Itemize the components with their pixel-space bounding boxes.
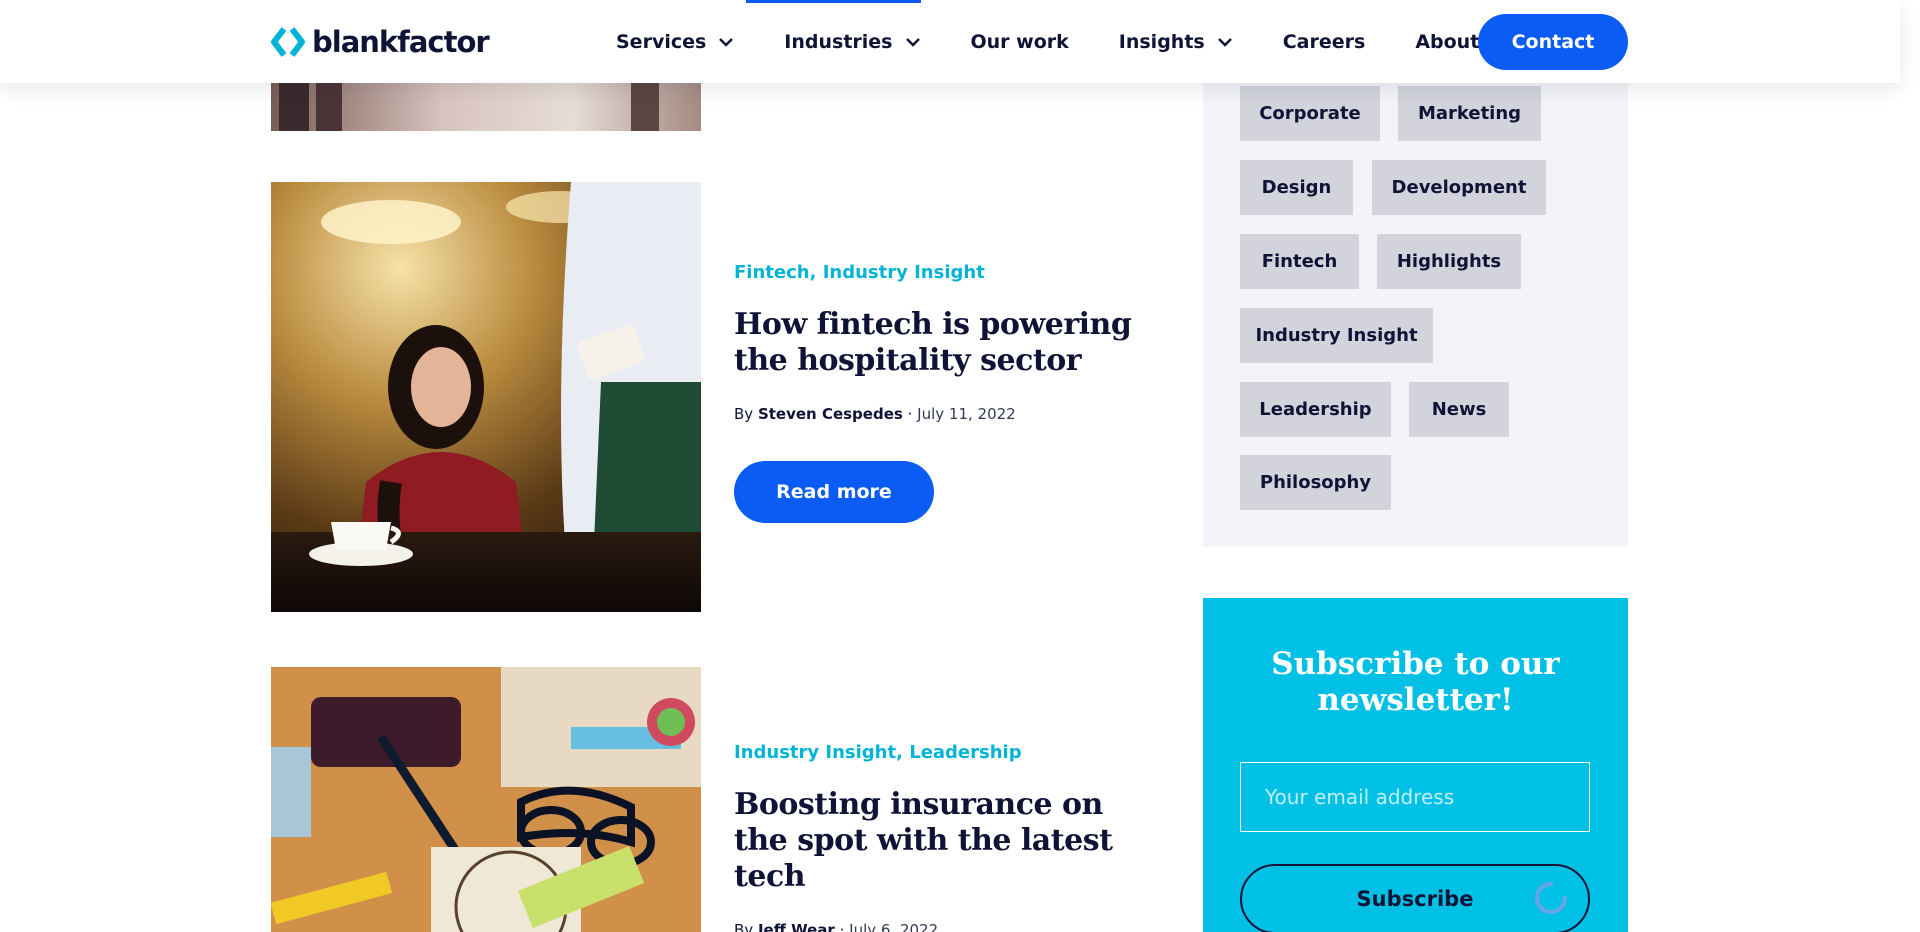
tag-highlights[interactable]: Highlights xyxy=(1377,234,1521,289)
email-field[interactable] xyxy=(1240,762,1590,832)
article-byline: By Jeff Wear · July 6, 2022 xyxy=(734,921,1154,932)
tag-fintech[interactable]: Fintech xyxy=(1240,234,1359,289)
nav-about[interactable]: About xyxy=(1415,31,1479,53)
nav-label: Careers xyxy=(1282,30,1366,53)
article-byline: By Steven Cespedes · July 11, 2022 xyxy=(734,405,1154,423)
newsletter-title: Subscribe to our newsletter! xyxy=(1271,646,1560,718)
cafe-photo-image xyxy=(271,182,701,612)
nav-label: About xyxy=(1415,30,1480,53)
contact-button[interactable]: Contact xyxy=(1478,14,1628,70)
tag-development[interactable]: Development xyxy=(1372,160,1546,215)
logo-chevrons-icon xyxy=(271,27,305,57)
category-separator: , xyxy=(896,742,910,763)
nav-careers[interactable]: Careers xyxy=(1283,31,1366,53)
chevron-down-icon xyxy=(1217,37,1232,47)
logo[interactable]: blankfactor xyxy=(270,24,490,60)
site-header: blankfactor Services Industries Our work… xyxy=(0,0,1900,83)
nav-label: Insights xyxy=(1118,30,1205,53)
byline-separator: · xyxy=(907,405,913,423)
loading-spinner-icon xyxy=(1535,882,1567,914)
category-link[interactable]: Industry Insight xyxy=(823,262,985,283)
article-card: Fintech, Industry Insight How fintech is… xyxy=(734,262,1154,523)
tag-corporate[interactable]: Corporate xyxy=(1240,86,1380,141)
main-nav: Services Industries Our work Insights Ca… xyxy=(616,0,1529,83)
nav-industries[interactable]: Industries xyxy=(784,31,920,53)
tag-leadership[interactable]: Leadership xyxy=(1240,382,1391,437)
article-categories: Industry Insight, Leadership xyxy=(734,742,1154,763)
tag-marketing[interactable]: Marketing xyxy=(1398,86,1541,141)
category-link[interactable]: Industry Insight xyxy=(734,742,896,763)
read-more-button[interactable]: Read more xyxy=(734,461,934,523)
nav-services[interactable]: Services xyxy=(616,31,734,53)
article-image[interactable] xyxy=(271,667,701,932)
tag-philosophy[interactable]: Philosophy xyxy=(1240,455,1391,510)
chevron-down-icon xyxy=(905,37,920,47)
article-title[interactable]: Boosting insurance on the spot with the … xyxy=(734,787,1154,895)
byline-prefix: By xyxy=(734,405,754,423)
author-name[interactable]: Steven Cespedes xyxy=(758,405,903,423)
category-separator: , xyxy=(809,262,823,283)
article-image[interactable] xyxy=(271,182,701,612)
tag-industry-insight[interactable]: Industry Insight xyxy=(1240,308,1433,363)
byline-prefix: By xyxy=(734,921,754,932)
publish-date: July 6, 2022 xyxy=(849,921,939,932)
logo-text: blankfactor xyxy=(312,25,490,59)
chevron-down-icon xyxy=(719,37,734,47)
article-categories: Fintech, Industry Insight xyxy=(734,262,1154,283)
publish-date: July 11, 2022 xyxy=(917,405,1016,423)
article-title[interactable]: How fintech is powering the hospitality … xyxy=(734,307,1154,379)
tag-news[interactable]: News xyxy=(1409,382,1509,437)
tag-design[interactable]: Design xyxy=(1240,160,1353,215)
category-link[interactable]: Leadership xyxy=(909,742,1021,763)
author-name[interactable]: Jeff Wear xyxy=(758,921,835,932)
nav-our-work[interactable]: Our work xyxy=(971,31,1069,53)
article-card: Industry Insight, Leadership Boosting in… xyxy=(734,742,1154,932)
category-link[interactable]: Fintech xyxy=(734,262,810,283)
desk-items-photo-image xyxy=(271,667,701,932)
nav-label: Our work xyxy=(970,30,1069,53)
nav-insights[interactable]: Insights xyxy=(1119,31,1233,53)
byline-separator: · xyxy=(839,921,845,932)
nav-label: Services xyxy=(616,30,707,53)
nav-label: Industries xyxy=(784,30,893,53)
